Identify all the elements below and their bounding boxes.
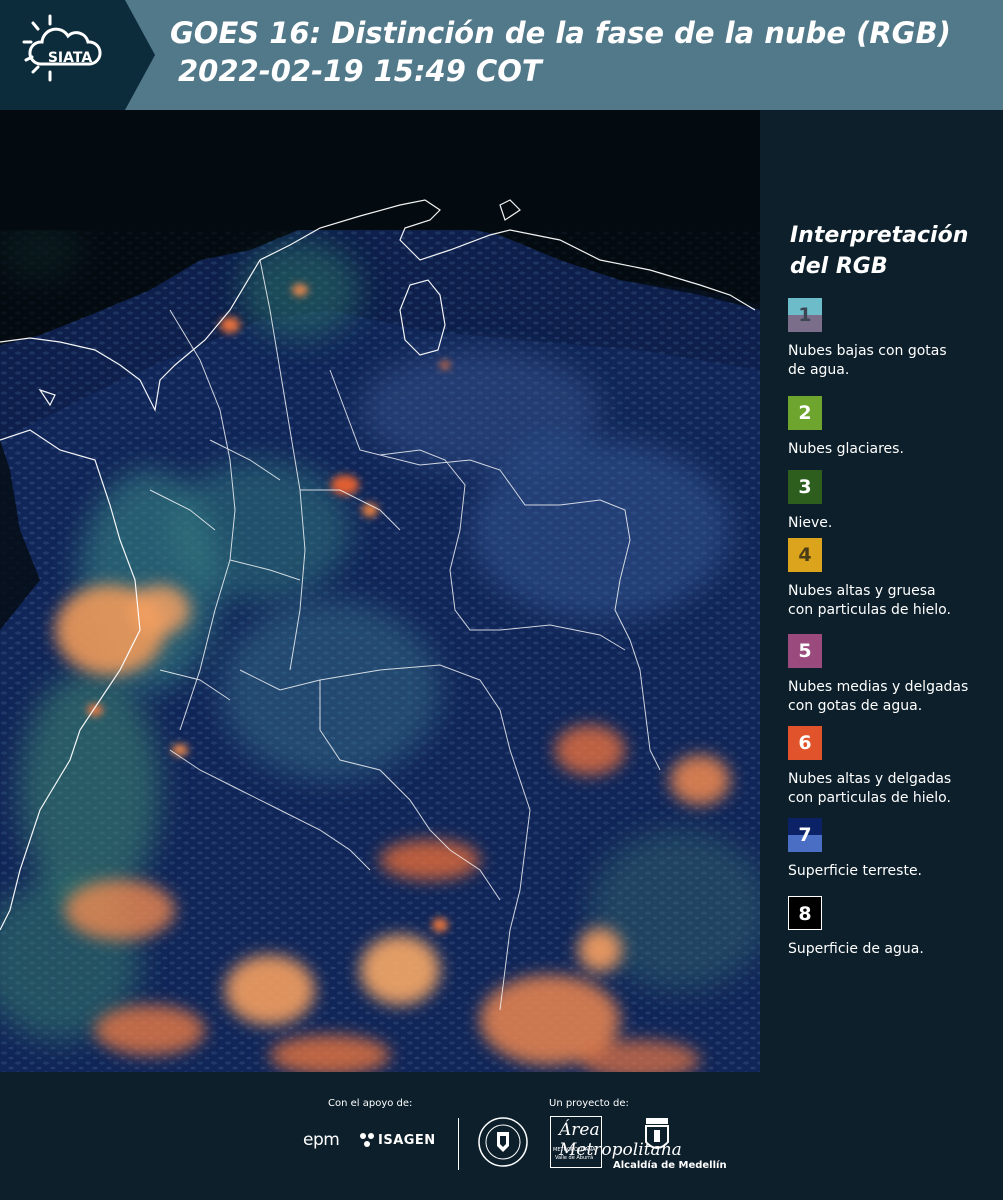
legend-item-6: 6 Nubes altas y delgadas con particulas d… [788, 726, 1003, 808]
legend-item-4: 4 Nubes altas y gruesa con particulas de … [788, 538, 1003, 620]
legend-label: Nieve. [788, 515, 833, 531]
legend-number: 1 [798, 304, 812, 326]
legend-panel: Interpretación del RGB 1 Nubes bajas con… [760, 110, 1003, 1072]
support-label: Con el apoyo de: [328, 1098, 413, 1109]
page-title: GOES 16: Distinción de la fase de la nub… [170, 14, 951, 90]
university-seal [478, 1117, 528, 1167]
legend-label: Superficie terreste. [788, 863, 923, 879]
legend-label: Superficie de agua. [788, 941, 924, 957]
legend-item-1: 1 Nubes bajas con gotas de agua. [788, 298, 1003, 380]
legend-swatch-8: 8 [788, 896, 822, 930]
siata-logo-text: SIATA [48, 50, 93, 66]
project-label: Un proyecto de: [549, 1098, 629, 1109]
legend-number: 6 [798, 732, 812, 754]
legend-title: Interpretación del RGB [790, 220, 990, 282]
legend-label: Nubes altas y gruesa con particulas de hi… [788, 583, 951, 618]
legend-number: 7 [798, 824, 812, 846]
header: SIATA GOES 16: Distinción de la fase de … [0, 0, 1003, 110]
siata-logo: SIATA [0, 0, 155, 110]
epm-logo: epm [303, 1130, 340, 1150]
legend-item-2: 2 Nubes glaciares. [788, 396, 1003, 459]
legend-item-5: 5 Nubes medias y delgadas con gotas de ag… [788, 634, 1003, 716]
legend-item-3: 3 Nieve. [788, 470, 1003, 533]
footer: Con el apoyo de: Un proyecto de: epm ISA… [0, 1072, 1003, 1200]
legend-swatch-7: 7 [788, 818, 822, 852]
legend-swatch-5: 5 [788, 634, 822, 668]
alcaldia-medellin-logo: Alcaldía de Medellín [613, 1160, 727, 1171]
legend-item-7: 7 Superficie terreste. [788, 818, 1003, 881]
legend-label: Nubes bajas con gotas de agua. [788, 343, 947, 378]
legend-swatch-1: 1 [788, 298, 822, 332]
satellite-rgb-map[interactable] [0, 110, 760, 1072]
isagen-icon [360, 1133, 374, 1147]
legend-title-line-1: Interpretación [790, 223, 969, 248]
medellin-coat-of-arms-icon [645, 1118, 669, 1149]
legend-label: Nubes glaciares. [788, 441, 904, 457]
legend-number: 2 [798, 402, 812, 424]
isagen-logo: ISAGEN [378, 1133, 436, 1148]
area-metropolitana-logo: Área Metropolitana METROPOLITANA Valle d… [550, 1116, 682, 1168]
title-line-2: 2022-02-19 15:49 COT [178, 54, 542, 88]
legend-number: 5 [798, 640, 812, 662]
footer-divider [458, 1118, 459, 1170]
area-logo-small: METROPOLITANA [553, 1147, 596, 1153]
legend-swatch-6: 6 [788, 726, 822, 760]
legend-label: Nubes medias y delgadas con gotas de agua… [788, 679, 969, 714]
legend-swatch-4: 4 [788, 538, 822, 572]
legend-swatch-3: 3 [788, 470, 822, 504]
legend-number: 8 [798, 903, 812, 925]
title-line-1: GOES 16: Distinción de la fase de la nub… [170, 16, 951, 50]
legend-item-8: 8 Superficie de agua. [788, 896, 1003, 959]
legend-number: 4 [798, 544, 812, 566]
legend-swatch-2: 2 [788, 396, 822, 430]
legend-label: Nubes altas y delgadas con particulas de … [788, 771, 952, 806]
area-logo-small2: Valle de Aburrá [555, 1155, 594, 1161]
legend-title-line-2: del RGB [790, 254, 888, 279]
legend-number: 3 [798, 476, 812, 498]
